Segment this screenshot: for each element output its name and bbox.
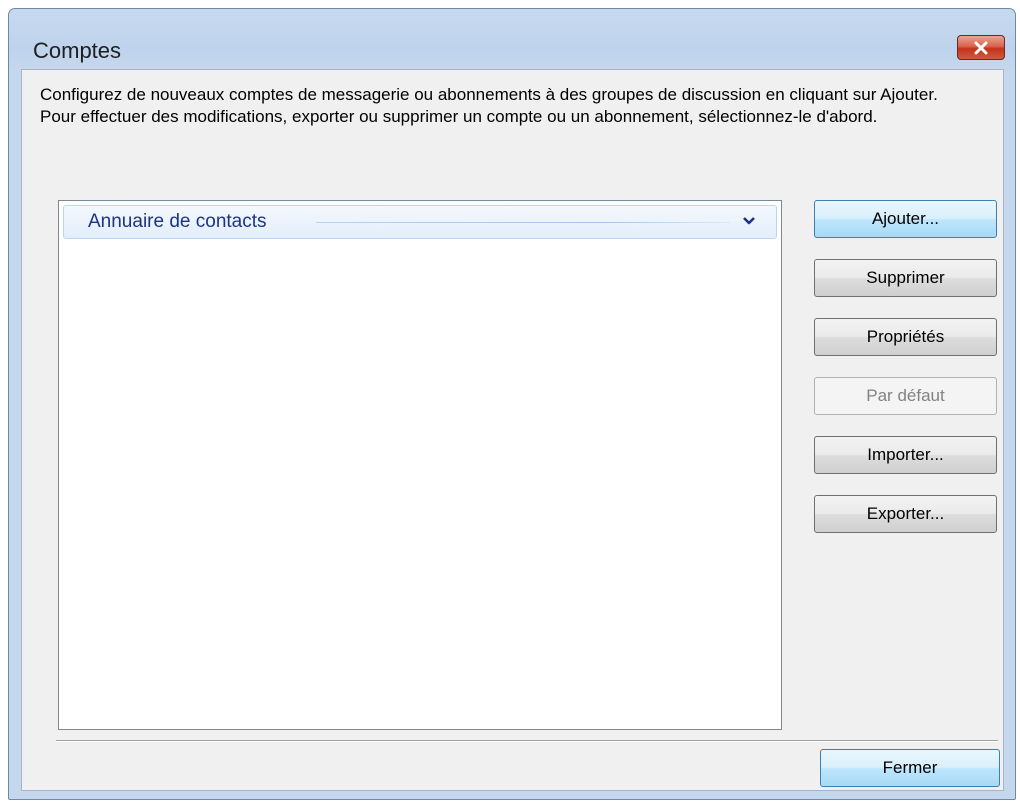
import-button[interactable]: Importer...	[814, 436, 997, 474]
group-header-contacts[interactable]: Annuaire de contacts	[63, 205, 777, 239]
instructions-line-1: Configurez de nouveaux comptes de messag…	[40, 85, 938, 104]
accounts-dialog: Comptes Configurez de nouveaux comptes d…	[8, 8, 1016, 800]
chevron-down-icon[interactable]	[742, 212, 756, 230]
set-default-button: Par défaut	[814, 377, 997, 415]
dialog-body: Configurez de nouveaux comptes de messag…	[21, 69, 1004, 791]
window-title: Comptes	[33, 38, 122, 63]
properties-button[interactable]: Propriétés	[814, 318, 997, 356]
add-button[interactable]: Ajouter...	[814, 200, 997, 238]
instructions-line-2: Pour effectuer des modifications, export…	[40, 107, 878, 126]
instructions: Configurez de nouveaux comptes de messag…	[40, 84, 1000, 128]
close-button[interactable]: Fermer	[820, 749, 1000, 787]
close-icon	[974, 41, 988, 54]
footer-divider	[56, 740, 998, 742]
close-window-button[interactable]	[957, 35, 1005, 60]
export-button[interactable]: Exporter...	[814, 495, 997, 533]
group-header-label: Annuaire de contacts	[88, 211, 267, 232]
accounts-list[interactable]: Annuaire de contacts	[58, 200, 782, 730]
title-bar[interactable]: Comptes	[9, 9, 1015, 69]
group-header-divider	[316, 222, 730, 223]
remove-button[interactable]: Supprimer	[814, 259, 997, 297]
